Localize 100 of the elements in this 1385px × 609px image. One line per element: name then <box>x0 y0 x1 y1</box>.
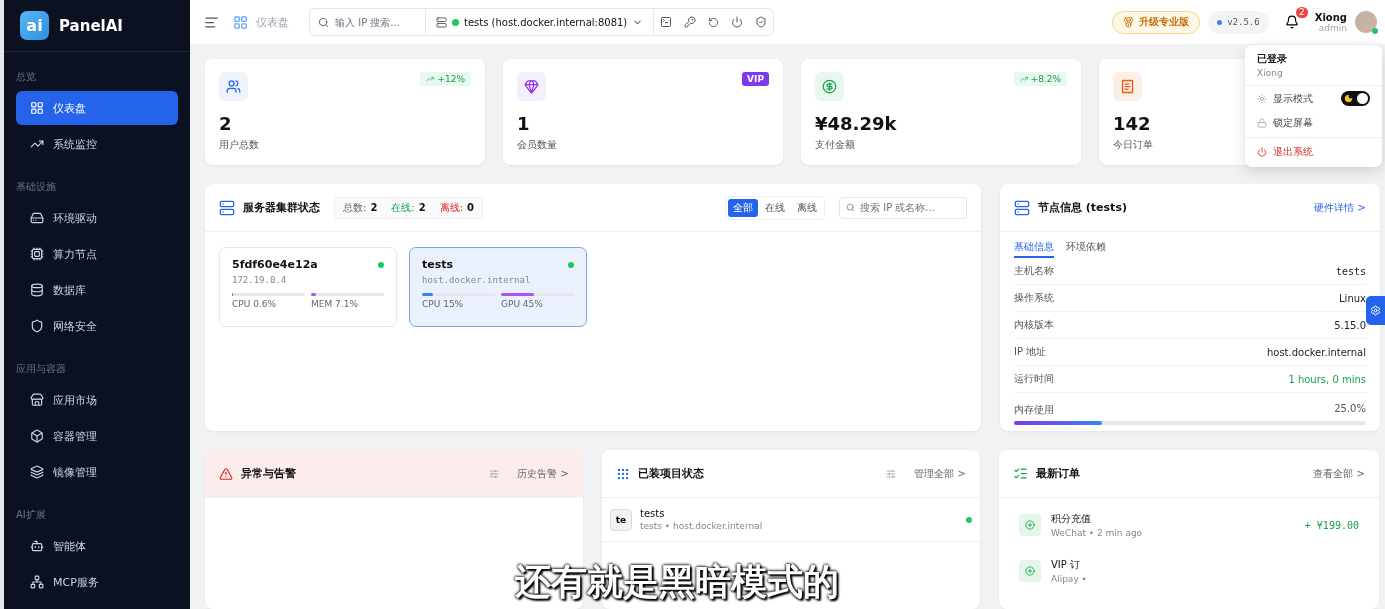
server-address: 172.19.0.4 <box>232 275 287 285</box>
breadcrumb: 仪表盘 <box>256 14 289 30</box>
usage-label: MEM 7.1% <box>311 299 359 309</box>
info-label: 主机名称 <box>1014 264 1054 278</box>
moon-icon <box>1344 94 1353 103</box>
section-title: 基础设施 <box>15 180 57 194</box>
medal-icon <box>1123 16 1135 28</box>
logo: ai <box>20 11 49 40</box>
dollar-icon <box>815 72 844 101</box>
menu-item[interactable]: 显示模式 <box>1245 86 1382 111</box>
search-box[interactable]: 搜索 IP 或名称... <box>839 196 967 219</box>
nav-item[interactable]: 网络安全 <box>16 309 178 343</box>
server-card[interactable]: 5fdf60e4e12a 172.19.0.4 CPU 0.6% MEM 7.1% <box>219 247 397 327</box>
order-title: VIP 订 <box>1051 558 1080 572</box>
project-avatar: te <box>610 508 632 531</box>
filter-tab[interactable]: 在线 <box>760 198 790 217</box>
stat-value: 142 <box>1113 113 1151 134</box>
section-title: 应用与容器 <box>15 362 67 376</box>
history-link[interactable]: 历史告警 > <box>517 466 569 481</box>
subtitle-caption: 还有就是黑暗模式的 <box>515 560 839 605</box>
avatar[interactable] <box>1355 11 1377 33</box>
user-role: admin <box>1318 22 1347 33</box>
panel-title: 服务器集群状态 <box>243 200 320 215</box>
details-link[interactable]: 硬件详情 > <box>1314 200 1366 215</box>
filter-icon[interactable] <box>489 468 500 479</box>
view-all-link[interactable]: 查看全部 > <box>1313 466 1365 481</box>
order-detail: WeChat • 2 min ago <box>1051 528 1143 538</box>
filter-tab[interactable]: 全部 <box>728 198 758 217</box>
nav-item[interactable]: 算力节点 <box>16 237 178 271</box>
info-value: 1 hours, 0 mins <box>1288 373 1366 385</box>
project-name: tests <box>640 508 665 519</box>
menu-status: 已登录 <box>1257 52 1287 66</box>
network-icon <box>30 575 44 589</box>
info-value: tests <box>1335 265 1366 277</box>
search-icon <box>318 16 329 28</box>
info-value: host.docker.internal <box>1266 346 1366 358</box>
panel-title: 已装项目状态 <box>638 466 704 481</box>
memory-label: 内存使用 <box>1014 403 1054 417</box>
stat-label: 会员数量 <box>517 138 557 152</box>
robot-icon <box>30 539 44 553</box>
manage-link[interactable]: 管理全部 > <box>914 466 966 481</box>
usage-label: CPU 0.6% <box>232 299 278 309</box>
server-icon <box>436 16 447 28</box>
menu-item[interactable]: 退出系统 <box>1245 140 1382 164</box>
server-select[interactable]: tests (host.docker.internal:8081) <box>426 9 655 35</box>
power-icon <box>1257 147 1267 157</box>
trend-badge: +12% <box>420 72 471 86</box>
store-icon <box>30 393 44 407</box>
vip-badge: VIP <box>742 72 769 86</box>
nav-item[interactable]: 环境驱动 <box>16 201 178 235</box>
info-label: 操作系统 <box>1014 291 1054 305</box>
stat-label: 用户总数 <box>219 138 259 152</box>
shield-icon <box>30 319 44 333</box>
search-field[interactable]: 搜索 IP 或名称... <box>860 202 960 213</box>
menu-user: Xiong <box>1257 68 1283 78</box>
brand-name: PanelAI <box>59 16 123 35</box>
cube-icon <box>30 429 44 443</box>
lock-icon <box>1257 118 1267 128</box>
server-icon <box>1014 199 1030 216</box>
server-icon <box>219 199 235 216</box>
order-detail: Alipay • <box>1051 574 1087 584</box>
nav-item[interactable]: MCP服务 <box>16 565 178 599</box>
server-card[interactable]: tests host.docker.internal CPU 15% GPU 45% <box>409 247 587 327</box>
nav-item[interactable]: 数据库 <box>16 273 178 307</box>
server-name: 5fdf60e4e12a <box>232 258 318 271</box>
settings-button[interactable] <box>1366 296 1385 325</box>
upgrade-button[interactable]: 升级专业版 <box>1112 10 1201 34</box>
receipt-icon <box>1113 72 1142 101</box>
search-field[interactable]: 输入 IP 搜索... <box>335 16 417 28</box>
search-icon <box>846 203 855 212</box>
stat-value: ¥48.29k <box>815 113 897 134</box>
info-value: Linux <box>1339 292 1366 304</box>
nav-item[interactable]: 系统监控 <box>16 127 178 161</box>
nav-item[interactable]: 智能体 <box>16 529 178 563</box>
version-badge: v2.5.6 <box>1208 10 1269 34</box>
count-text: 在线: 2 <box>391 200 426 215</box>
users-icon <box>219 72 248 101</box>
nav-item[interactable]: 应用市场 <box>16 383 178 417</box>
stat-value: 1 <box>517 113 530 134</box>
list-icon <box>1013 466 1028 481</box>
nav-item[interactable]: 镜像管理 <box>16 455 178 489</box>
sun-icon <box>1257 93 1267 104</box>
count-text: 总数: 2 <box>343 200 378 215</box>
nav-item[interactable]: 仪表盘 <box>16 91 178 125</box>
tab[interactable]: 环境依赖 <box>1066 240 1106 258</box>
filter-tab[interactable]: 离线 <box>792 198 822 217</box>
order-amount: + ¥199.00 <box>1304 519 1359 531</box>
stat-label: 今日订单 <box>1113 138 1153 152</box>
nav-item[interactable]: 容器管理 <box>16 419 178 453</box>
dark-mode-toggle[interactable] <box>1341 91 1370 106</box>
settings-icon <box>1370 305 1381 316</box>
panel-title: 节点信息 (tests) <box>1038 200 1127 215</box>
project-detail: tests • host.docker.internal <box>640 521 763 531</box>
count-text: 离线: 0 <box>439 200 475 215</box>
info-label: IP 地址 <box>1014 345 1047 359</box>
tab[interactable]: 基础信息 <box>1014 240 1054 258</box>
menu-item[interactable]: 锁定屏幕 <box>1245 111 1382 135</box>
drive-icon <box>30 211 44 225</box>
grid-icon <box>30 101 44 115</box>
filter-icon[interactable] <box>886 468 897 479</box>
